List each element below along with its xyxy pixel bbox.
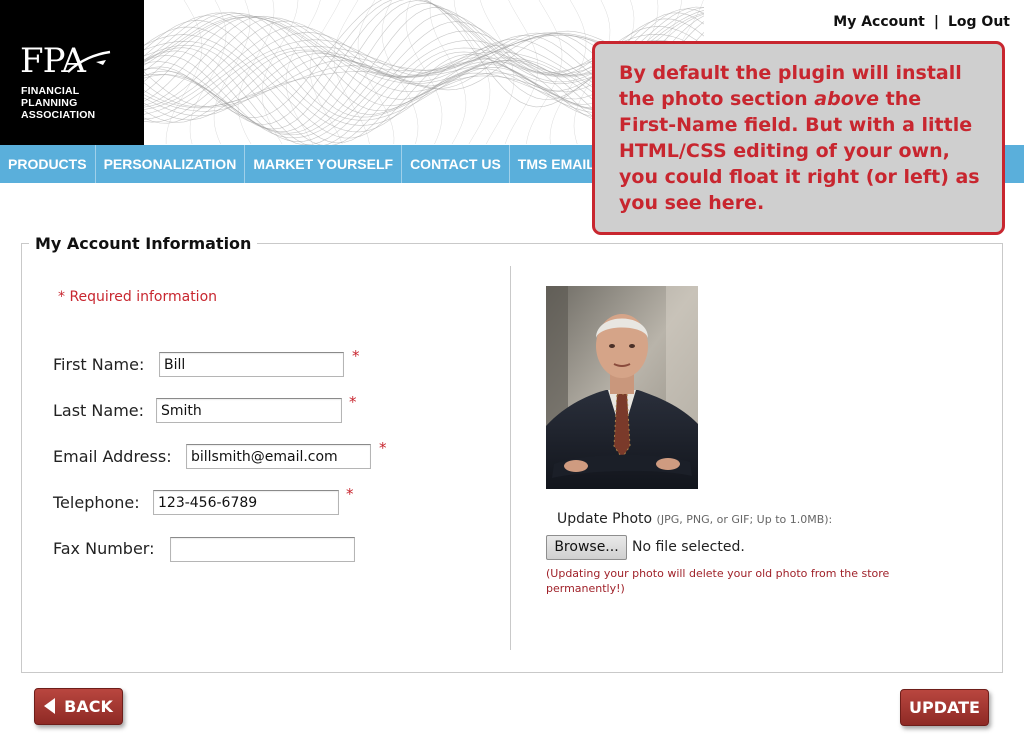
fax-label: Fax Number: — [53, 539, 155, 558]
email-input[interactable] — [186, 444, 371, 469]
logo-swoosh-icon — [67, 50, 111, 73]
required-info-note: * Required information — [58, 289, 218, 305]
update-photo-hint: (JPG, PNG, or GIF; Up to 1.0MB): — [656, 513, 833, 526]
logo-line-association: ASSOCIATION — [21, 109, 96, 121]
last-name-input[interactable] — [156, 398, 342, 423]
profile-photo-image — [546, 286, 698, 489]
panel-legend: My Account Information — [29, 234, 258, 253]
telephone-input[interactable] — [153, 490, 339, 515]
nav-item-personalization[interactable]: PERSONALIZATION — [96, 145, 246, 183]
update-photo-label: Update Photo (JPG, PNG, or GIF; Up to 1.… — [557, 511, 832, 527]
photo-update-warning: (Updating your photo will delete your ol… — [546, 567, 890, 595]
back-button[interactable]: BACK — [34, 688, 123, 725]
telephone-label: Telephone: — [53, 493, 140, 512]
first-name-label: First Name: — [53, 355, 145, 374]
back-button-label: BACK — [64, 697, 113, 716]
logo-text: FINANCIAL PLANNING ASSOCIATION — [21, 85, 95, 121]
account-links: My Account | Log Out — [833, 14, 1010, 30]
email-label: Email Address: — [53, 447, 172, 466]
email-required-marker: * — [379, 439, 387, 457]
update-button[interactable]: UPDATE — [900, 689, 989, 726]
first-name-required-marker: * — [352, 347, 360, 365]
link-separator: | — [933, 14, 939, 30]
first-name-input[interactable] — [159, 352, 344, 377]
logo-line-planning: PLANNING — [21, 97, 78, 109]
panel-divider — [510, 266, 511, 650]
annotation-callout: By default the plugin will install the p… — [592, 41, 1005, 235]
last-name-required-marker: * — [349, 393, 357, 411]
nav-item-products[interactable]: PRODUCTS — [0, 145, 96, 183]
back-arrow-icon — [44, 698, 56, 714]
browse-file-button[interactable]: Browse... — [546, 535, 627, 560]
fax-input[interactable] — [170, 537, 355, 562]
log-out-link[interactable]: Log Out — [948, 14, 1010, 30]
update-button-label: UPDATE — [909, 698, 980, 717]
logo-line-financial: FINANCIAL — [21, 85, 80, 97]
profile-photo — [546, 286, 698, 489]
my-account-link[interactable]: My Account — [833, 14, 925, 30]
update-photo-text: Update Photo — [557, 511, 653, 527]
no-file-selected-text: No file selected. — [632, 539, 745, 555]
nav-item-contact-us[interactable]: CONTACT US — [402, 145, 510, 183]
callout-emphasis: above — [814, 88, 880, 110]
telephone-required-marker: * — [346, 485, 354, 503]
last-name-label: Last Name: — [53, 401, 145, 420]
fpa-logo[interactable]: FPA FINANCIAL PLANNING ASSOCIATION — [0, 0, 144, 145]
nav-item-market-yourself[interactable]: MARKET YOURSELF — [245, 145, 403, 183]
